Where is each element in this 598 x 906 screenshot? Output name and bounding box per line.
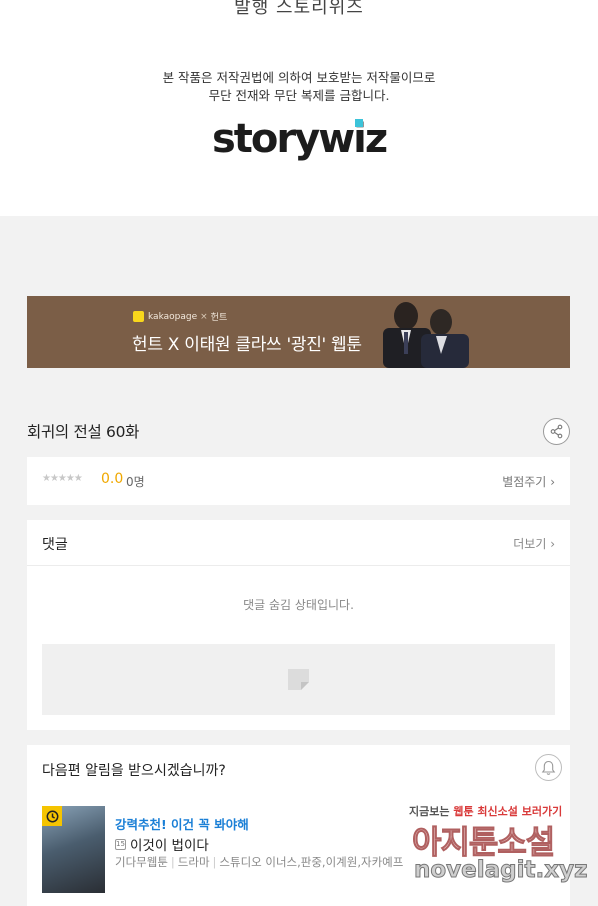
banner-cross: × [200, 311, 208, 322]
wait-free-clock-icon [42, 806, 62, 826]
kakaopage-icon [133, 311, 144, 322]
episode-title: 회귀의 전설 60화 [27, 423, 140, 441]
age-rating-badge: 15 [115, 838, 126, 850]
comments-hidden-message: 댓글 숨김 상태입니다. [243, 598, 354, 612]
publisher-line: 발행 스토리위즈 [234, 0, 364, 18]
bell-icon [541, 760, 556, 775]
comment-card: 댓글 더보기 › 댓글 숨김 상태입니다. [27, 520, 570, 730]
comments-more-button[interactable]: 더보기 › [513, 535, 555, 552]
banner-characters-image [383, 302, 469, 368]
more-label: 더보기 [513, 537, 547, 551]
ad-placeholder[interactable] [42, 644, 555, 715]
comment-title: 댓글 [42, 537, 68, 553]
promo-banner[interactable]: kakaopage × 헌트 헌트 X 이태원 클라쓰 '광진' 웹툰 [27, 296, 570, 368]
notify-bell-button[interactable] [535, 754, 562, 781]
meta-type: 기다무웹툰 [115, 855, 168, 869]
recommendation-meta: 기다무웹툰 | 드라마 | 스튜디오 이너스,판중,이계원,자카예프 [115, 855, 404, 869]
chevron-right-icon: › [550, 475, 555, 489]
copyright-notice: 본 작품은 저작권법에 의하여 보호받는 저작물이므로 무단 전재와 무단 복제… [0, 69, 598, 105]
image-placeholder-icon [288, 669, 309, 690]
rating-score: 0.0 [101, 471, 124, 487]
copyright-line-1: 본 작품은 저작권법에 의하여 보호받는 저작물이므로 [162, 70, 436, 85]
banner-partner: 헌트 [210, 313, 228, 323]
rating-count: 0명 [126, 475, 145, 489]
banner-brand: kakaopage [148, 311, 198, 322]
meta-genre: 드라마 [177, 855, 210, 869]
banner-title: 헌트 X 이태원 클라쓰 '광진' 웹툰 [132, 335, 362, 355]
comment-header: 댓글 더보기 › [27, 520, 570, 566]
recommendation-title-row[interactable]: 15 이것이 법이다 [115, 834, 209, 854]
rating-stars: ★★★★★ [42, 473, 83, 484]
meta-authors: 스튜디오 이너스,판중,이계원,자카예프 [219, 855, 404, 869]
share-icon [550, 424, 563, 439]
episode-footer: 발행 스토리위즈 본 작품은 저작권법에 의하여 보호받는 저작물이므로 무단 … [0, 0, 598, 216]
copyright-line-2: 무단 전재와 무단 복제를 금합니다. [208, 88, 390, 103]
rate-button-label: 별점주기 [502, 475, 547, 489]
recommendation-thumbnail[interactable] [42, 806, 105, 893]
notify-question: 다음편 알림을 받으시겠습니까? [42, 763, 226, 779]
storywiz-logo: storywiz [212, 116, 389, 162]
share-button[interactable] [543, 418, 570, 445]
logo-accent [355, 119, 363, 127]
rating-card: ★★★★★ 0.0 0명 별점주기 › [27, 457, 570, 505]
recommendation-label: 강력추천! 이건 꼭 봐야해 [115, 817, 249, 832]
recommendation-title: 이것이 법이다 [130, 838, 209, 854]
rate-button[interactable]: 별점주기 › [502, 473, 555, 490]
watermark-url: novelagit.xyz [413, 857, 588, 884]
chevron-right-icon: › [550, 537, 555, 551]
banner-tag: kakaopage × 헌트 [133, 310, 227, 323]
site-watermark: 지금보는 웹툰 최신소설 보러가기 아지툰소설 novelagit.xyz [409, 803, 588, 893]
